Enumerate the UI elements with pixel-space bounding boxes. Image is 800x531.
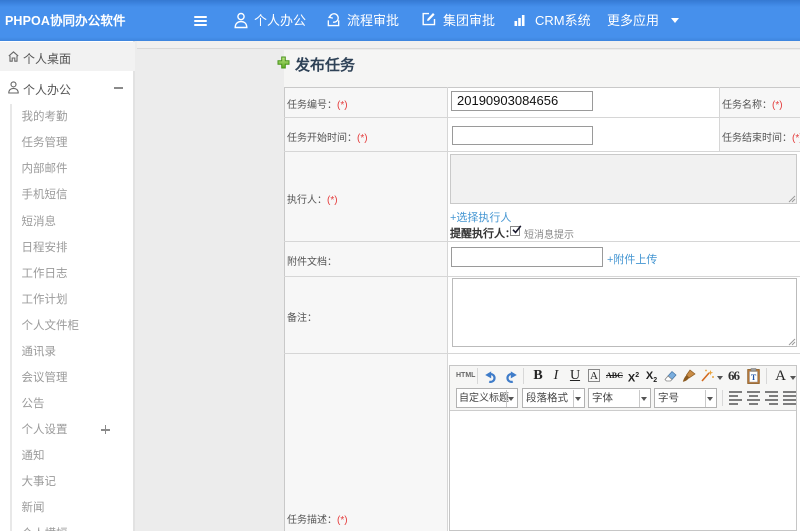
svg-text:T: T [751, 373, 757, 382]
